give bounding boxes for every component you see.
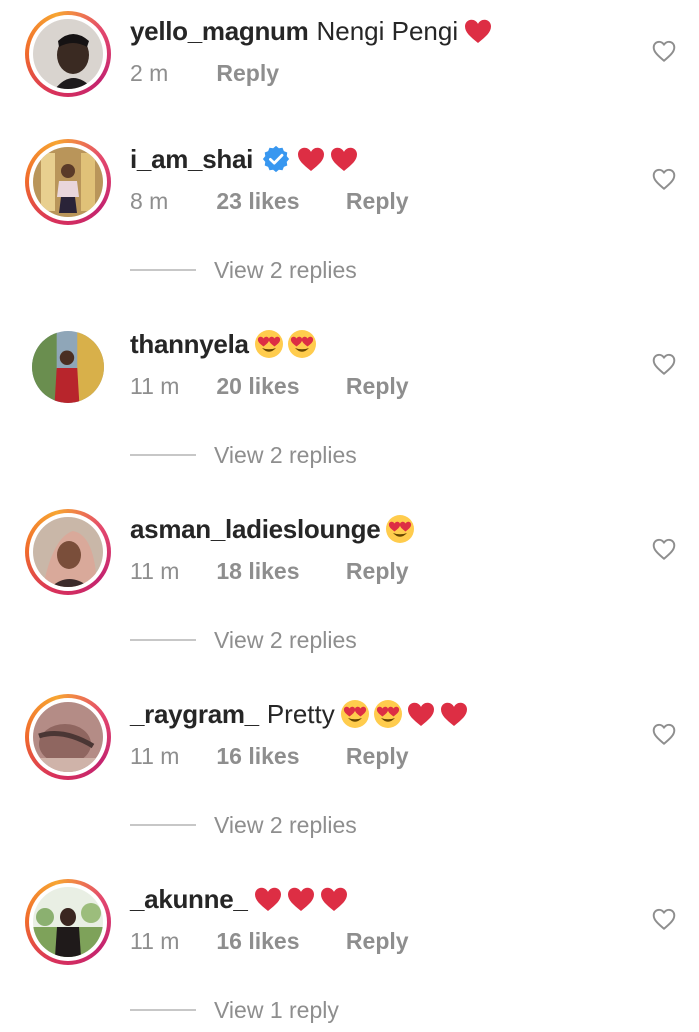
comment-likes[interactable]: 20 likes (216, 371, 299, 401)
heart-eyes-emoji (339, 698, 371, 730)
avatar (33, 887, 103, 957)
comment-item: _akunne_ 11 m 16 likes Reply View 1 repl… (0, 868, 699, 1023)
comment-emojis (253, 328, 319, 360)
comment-emojis (295, 143, 361, 175)
view-replies-button[interactable]: View 2 replies (130, 439, 357, 471)
heart-eyes-emoji (253, 328, 285, 360)
comment-meta: 8 m 23 likes Reply (130, 186, 409, 216)
like-heart-icon[interactable] (651, 906, 677, 932)
view-replies-divider (130, 269, 196, 271)
red-heart-emoji (462, 15, 494, 47)
like-heart-icon[interactable] (651, 166, 677, 192)
comment-list: yello_magnum Nengi Pengi 2 m Reply i_am_… (0, 0, 699, 1032)
comment-username[interactable]: _akunne_ (130, 882, 248, 916)
reply-button[interactable]: Reply (346, 371, 409, 401)
comment-likes[interactable]: 18 likes (216, 556, 299, 586)
view-replies-button[interactable]: View 2 replies (130, 254, 357, 286)
comment-item: yello_magnum Nengi Pengi 2 m Reply (0, 0, 699, 130)
comment-username[interactable]: asman_ladieslounge (130, 512, 381, 546)
like-heart-icon[interactable] (651, 536, 677, 562)
view-replies-label: View 2 replies (214, 626, 357, 653)
comment-meta: 2 m Reply (130, 58, 279, 88)
comment-username[interactable]: _raygram_ (130, 697, 259, 731)
reply-button[interactable]: Reply (346, 186, 409, 216)
comment-item: i_am_shai 8 m 23 likes Reply View 2 repl… (0, 128, 699, 283)
red-heart-emoji (252, 883, 284, 915)
comment-time: 11 m (130, 373, 180, 399)
avatar-ring[interactable] (25, 324, 111, 410)
red-heart-emoji (438, 698, 470, 730)
comment-username[interactable]: thannyela (130, 327, 249, 361)
view-replies-label: View 1 reply (214, 996, 339, 1023)
comment-item: asman_ladieslounge 11 m 18 likes Reply V… (0, 498, 699, 653)
comment-body: i_am_shai (130, 142, 361, 176)
avatar (32, 331, 104, 403)
view-replies-button[interactable]: View 1 reply (130, 994, 339, 1026)
view-replies-divider (130, 1009, 196, 1011)
comment-time: 8 m (130, 188, 169, 214)
view-replies-label: View 2 replies (214, 811, 357, 838)
avatar-story-ring[interactable] (25, 509, 111, 595)
comment-likes[interactable]: 16 likes (216, 926, 299, 956)
avatar-story-ring[interactable] (25, 11, 111, 97)
comment-emojis (252, 883, 351, 915)
heart-eyes-emoji (286, 328, 318, 360)
like-heart-icon[interactable] (651, 721, 677, 747)
comment-username[interactable]: i_am_shai (130, 142, 253, 176)
red-heart-emoji (295, 143, 327, 175)
red-heart-emoji (318, 883, 350, 915)
reply-button[interactable]: Reply (346, 741, 409, 771)
avatar (33, 147, 103, 217)
avatar-story-ring[interactable] (25, 879, 111, 965)
heart-eyes-emoji (384, 513, 416, 545)
avatar (33, 702, 103, 772)
reply-button[interactable]: Reply (216, 58, 279, 88)
comment-text: Nengi Pengi (316, 16, 459, 46)
like-heart-icon[interactable] (651, 38, 677, 64)
view-replies-label: View 2 replies (214, 256, 357, 283)
comment-emojis (384, 513, 417, 545)
heart-eyes-emoji (372, 698, 404, 730)
comment-body: _raygram_ Pretty (130, 697, 471, 731)
comment-text: Pretty (266, 699, 335, 729)
comment-body: yello_magnum Nengi Pengi (130, 14, 495, 48)
like-heart-icon[interactable] (651, 351, 677, 377)
reply-button[interactable]: Reply (346, 556, 409, 586)
comment-likes[interactable]: 23 likes (216, 186, 299, 216)
comment-body: thannyela (130, 327, 319, 361)
view-replies-button[interactable]: View 2 replies (130, 809, 357, 841)
view-replies-divider (130, 824, 196, 826)
verified-badge-icon (261, 144, 291, 174)
view-replies-button[interactable]: View 2 replies (130, 624, 357, 656)
reply-button[interactable]: Reply (346, 926, 409, 956)
comment-body: asman_ladieslounge (130, 512, 417, 546)
avatar (33, 517, 103, 587)
comment-meta: 11 m 16 likes Reply (130, 926, 409, 956)
view-replies-divider (130, 639, 196, 641)
comment-likes[interactable]: 16 likes (216, 741, 299, 771)
comment-username[interactable]: yello_magnum (130, 14, 309, 48)
comment-item: _raygram_ Pretty 11 m 16 likes Reply Vie… (0, 683, 699, 838)
comment-body: _akunne_ (130, 882, 351, 916)
comment-emojis (462, 15, 495, 47)
comment-time: 11 m (130, 558, 180, 584)
avatar-story-ring[interactable] (25, 139, 111, 225)
comment-meta: 11 m 20 likes Reply (130, 371, 409, 401)
comment-time: 2 m (130, 60, 169, 86)
comment-time: 11 m (130, 928, 180, 954)
avatar (33, 19, 103, 89)
comment-time: 11 m (130, 743, 180, 769)
comment-emojis (339, 698, 471, 730)
comment-item: thannyela 11 m 20 likes Reply View 2 rep… (0, 313, 699, 468)
comment-meta: 11 m 16 likes Reply (130, 741, 409, 771)
red-heart-emoji (405, 698, 437, 730)
comment-meta: 11 m 18 likes Reply (130, 556, 409, 586)
view-replies-label: View 2 replies (214, 441, 357, 468)
red-heart-emoji (328, 143, 360, 175)
avatar-story-ring[interactable] (25, 694, 111, 780)
red-heart-emoji (285, 883, 317, 915)
view-replies-divider (130, 454, 196, 456)
